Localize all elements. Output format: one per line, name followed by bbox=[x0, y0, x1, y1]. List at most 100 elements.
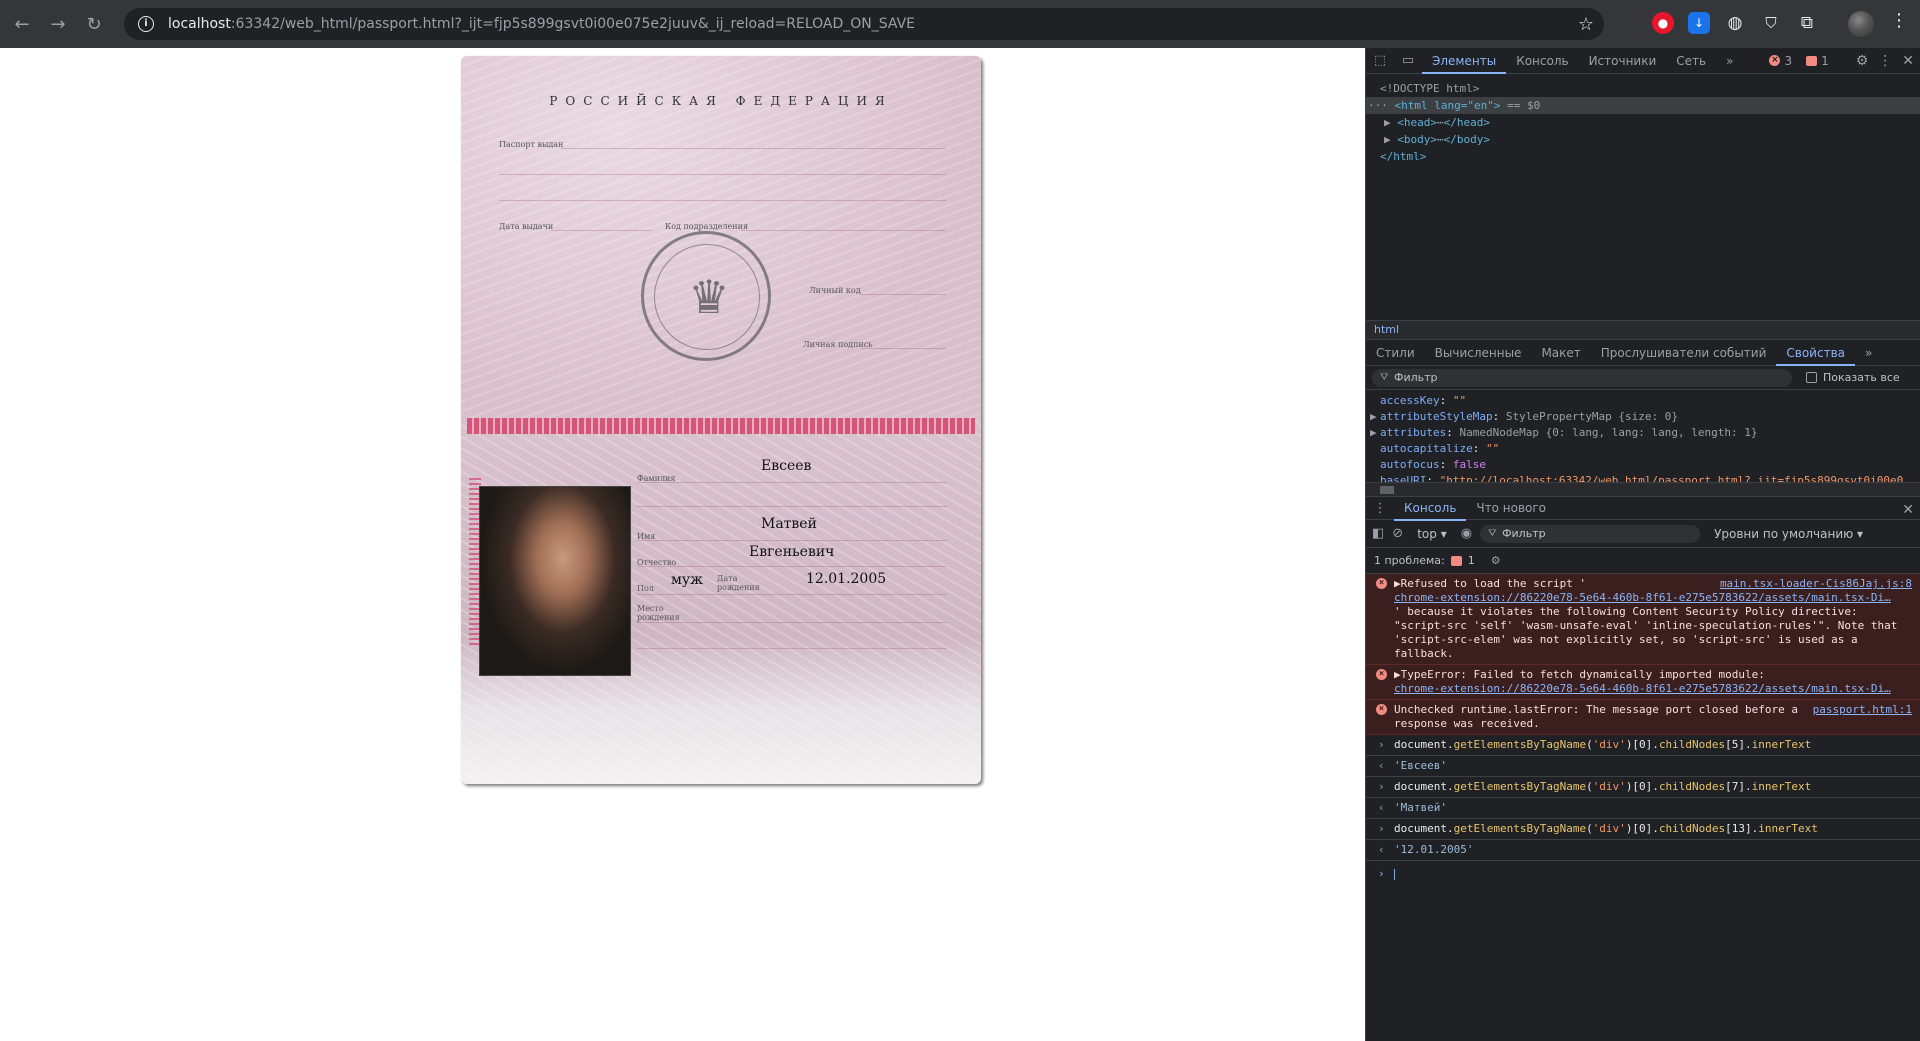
scrollbar-thumb[interactable] bbox=[1380, 486, 1394, 494]
tab-console[interactable]: Консоль bbox=[1506, 48, 1578, 74]
error-source-link[interactable]: main.tsx-loader-Cis86Jaj.js:8 bbox=[1720, 577, 1912, 591]
dom-html-node[interactable]: ··· <html lang="en"> == $0 bbox=[1366, 97, 1920, 114]
kebab-icon[interactable]: ⋮ bbox=[1890, 10, 1908, 31]
console-error-csp[interactable]: × main.tsx-loader-Cis86Jaj.js:8 ▶Refused… bbox=[1366, 574, 1920, 665]
property-value: "" bbox=[1485, 442, 1500, 455]
devtools-kebab-icon[interactable]: ⋮ bbox=[1878, 53, 1892, 69]
cmd-arg: 'div' bbox=[1592, 822, 1626, 835]
tab-layout[interactable]: Макет bbox=[1531, 340, 1590, 366]
reload-icon[interactable]: ↻ bbox=[76, 6, 112, 42]
property-key: autofocus bbox=[1380, 458, 1440, 471]
more-tabs-icon[interactable]: » bbox=[1716, 48, 1743, 74]
property-row[interactable]: ▶ attributes: NamedNodeMap {0: lang, lang… bbox=[1370, 425, 1920, 441]
cmd-arg: 'div' bbox=[1592, 738, 1626, 751]
dom-body-node[interactable]: ▶ <body>⋯</body> bbox=[1366, 131, 1920, 148]
tab-properties[interactable]: Свойства bbox=[1776, 340, 1855, 366]
show-all-label: Показать все bbox=[1823, 371, 1900, 384]
eye-icon[interactable]: ◉ bbox=[1461, 526, 1472, 541]
drawer-close-icon[interactable]: ✕ bbox=[1902, 502, 1914, 518]
console-command[interactable]: › document.getElementsByTagName('div')[0]… bbox=[1366, 735, 1920, 756]
tab-network[interactable]: Сеть bbox=[1666, 48, 1716, 74]
url-path: :63342/web_html/passport.html?_ijt=fjp5s… bbox=[230, 16, 916, 32]
extension-puzzle-icon[interactable]: ⧉ bbox=[1796, 12, 1818, 34]
head-tag: <head> bbox=[1397, 116, 1437, 129]
clear-console-icon[interactable]: ⊘ bbox=[1392, 526, 1403, 541]
forward-icon[interactable]: → bbox=[40, 6, 76, 42]
tab-elements[interactable]: Элементы bbox=[1422, 48, 1507, 74]
expand-arrow-icon[interactable]: ▶ bbox=[1370, 425, 1377, 441]
html-close-tag: </html> bbox=[1380, 150, 1427, 163]
extension-shield-icon[interactable]: ⛉ bbox=[1760, 12, 1782, 34]
extension-download-icon[interactable]: ↓ bbox=[1688, 12, 1710, 34]
passport-card: РОССИЙСКАЯ ФЕДЕРАЦИЯ Паспорт выдан Дата … bbox=[461, 56, 981, 784]
result-value: 'Матвей' bbox=[1394, 801, 1447, 814]
context-select[interactable]: top ▾ bbox=[1411, 527, 1453, 541]
extension-red-icon[interactable]: ● bbox=[1652, 12, 1674, 34]
console-error-runtime[interactable]: × passport.html:1 Unchecked runtime.last… bbox=[1366, 700, 1920, 735]
property-row[interactable]: baseURI: "http://localhost:63342/web_htm… bbox=[1380, 473, 1920, 482]
cmd-fn: getElementsByTagName bbox=[1453, 780, 1587, 793]
drawer-kebab-icon[interactable]: ⋮ bbox=[1366, 495, 1394, 521]
label-issued-by: Паспорт выдан bbox=[499, 140, 564, 149]
error-icon: × bbox=[1376, 578, 1387, 589]
back-icon[interactable]: ← bbox=[4, 6, 40, 42]
console-filter-input[interactable]: Фильтр bbox=[1480, 524, 1701, 543]
properties-filter-input[interactable]: Фильтр bbox=[1372, 368, 1792, 387]
dom-doctype[interactable]: <!DOCTYPE html> bbox=[1366, 80, 1920, 97]
property-row[interactable]: autofocus: false bbox=[1380, 457, 1920, 473]
property-row[interactable]: accessKey: "" bbox=[1380, 393, 1920, 409]
horizontal-scrollbar[interactable] bbox=[1366, 482, 1920, 496]
error-url-link[interactable]: chrome-extension://86220e78-5e64-460b-8f… bbox=[1394, 591, 1891, 604]
label-birth-place: Место рождения bbox=[637, 604, 680, 622]
tab-computed[interactable]: Вычисленные bbox=[1425, 340, 1532, 366]
tab-styles[interactable]: Стили bbox=[1366, 340, 1425, 366]
close-icon[interactable]: ✕ bbox=[1902, 53, 1914, 69]
avatar[interactable] bbox=[1848, 11, 1874, 37]
log-levels-select[interactable]: Уровни по умолчанию ▾ bbox=[1714, 527, 1863, 541]
url-text[interactable]: localhost:63342/web_html/passport.html?_… bbox=[168, 16, 915, 32]
ellipsis-icon[interactable]: ⋯ bbox=[1437, 133, 1444, 146]
doctype-text: <!DOCTYPE html> bbox=[1380, 82, 1480, 95]
console-command[interactable]: › document.getElementsByTagName('div')[0]… bbox=[1366, 819, 1920, 840]
console-command[interactable]: › document.getElementsByTagName('div')[0]… bbox=[1366, 777, 1920, 798]
address-bar[interactable]: i localhost:63342/web_html/passport.html… bbox=[124, 8, 1604, 40]
tab-sources[interactable]: Источники bbox=[1579, 48, 1667, 74]
error-counter[interactable]: × 3 1 bbox=[1769, 54, 1829, 68]
cmd-part: [7]. bbox=[1725, 780, 1752, 793]
console-prompt[interactable]: › | bbox=[1366, 861, 1920, 881]
expand-arrow-icon[interactable]: ▶ bbox=[1384, 133, 1391, 146]
extension-globe-icon[interactable]: ◍ bbox=[1724, 12, 1746, 34]
dom-head-node[interactable]: ▶ <head>⋯</head> bbox=[1366, 114, 1920, 131]
gear-icon[interactable]: ⚙ bbox=[1856, 53, 1869, 69]
inspect-icon[interactable]: ⬚ bbox=[1366, 48, 1394, 74]
property-row[interactable]: autocapitalize: "" bbox=[1380, 441, 1920, 457]
show-all-checkbox[interactable]: Показать все bbox=[1806, 371, 1900, 384]
device-toggle-icon[interactable]: ▭ bbox=[1394, 48, 1422, 74]
property-row[interactable]: ▶ attributeStyleMap: StylePropertyMap {si… bbox=[1370, 409, 1920, 425]
sidebar-toggle-icon[interactable]: ◧ bbox=[1372, 526, 1384, 541]
info-icon[interactable]: i bbox=[130, 8, 162, 40]
breadcrumb[interactable]: html bbox=[1366, 320, 1920, 340]
tab-event-listeners[interactable]: Прослушиватели событий bbox=[1591, 340, 1777, 366]
ellipsis-icon[interactable]: ⋯ bbox=[1437, 116, 1444, 129]
star-icon[interactable]: ☆ bbox=[1578, 14, 1594, 35]
label-division-code: Код подразделения bbox=[665, 222, 748, 231]
console-error-typeerror[interactable]: × ▶TypeError: Failed to fetch dynamicall… bbox=[1366, 665, 1920, 700]
error-text: Refused to load the script ' bbox=[1400, 577, 1587, 590]
more-subtabs-icon[interactable]: » bbox=[1855, 340, 1882, 366]
drawer-tab-console[interactable]: Консоль bbox=[1394, 495, 1467, 521]
expand-arrow-icon[interactable]: ▶ bbox=[1384, 116, 1391, 129]
property-value: "http://localhost:63342/web_html/passpor… bbox=[1439, 474, 1904, 482]
property-key: attributeStyleMap bbox=[1380, 410, 1493, 423]
expand-arrow-icon[interactable]: ▶ bbox=[1394, 577, 1401, 590]
dom-html-close[interactable]: </html> bbox=[1366, 148, 1920, 165]
issues-bar[interactable]: 1 проблема: 1 ⚙ bbox=[1366, 548, 1920, 574]
issues-gear-icon[interactable]: ⚙ bbox=[1491, 554, 1501, 567]
error-source-link[interactable]: passport.html:1 bbox=[1813, 703, 1912, 717]
cmd-arg: 'div' bbox=[1592, 780, 1626, 793]
drawer-tab-whats-new[interactable]: Что нового bbox=[1466, 495, 1556, 521]
expand-arrow-icon[interactable]: ▶ bbox=[1394, 668, 1401, 681]
error-url-link[interactable]: chrome-extension://86220e78-5e64-460b-8f… bbox=[1394, 682, 1891, 695]
surname-value: Евсеев bbox=[761, 458, 812, 474]
expand-arrow-icon[interactable]: ▶ bbox=[1370, 409, 1377, 425]
